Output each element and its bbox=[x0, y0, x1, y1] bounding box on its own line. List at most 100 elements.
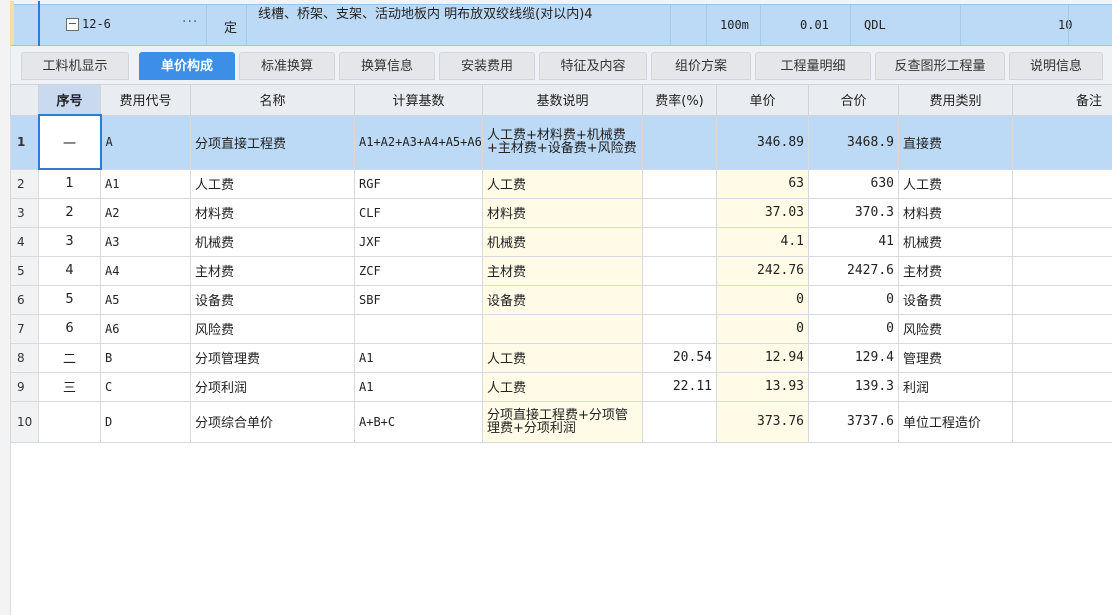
cell-remark[interactable] bbox=[1012, 371, 1112, 402]
cell-remark[interactable] bbox=[1012, 197, 1112, 228]
cell-rate[interactable] bbox=[642, 255, 717, 286]
tab-pricing-scheme[interactable]: 组价方案 bbox=[651, 52, 751, 80]
header-base-desc[interactable]: 基数说明 bbox=[482, 84, 643, 116]
cell-name[interactable]: 分项综合单价 bbox=[190, 400, 355, 443]
cell-rate[interactable]: 22.11 bbox=[642, 371, 717, 402]
selected-item-row[interactable]: − 12-6 ··· 定 线槽、桥架、支架、活动地板内 明布放双绞线缆(对以内)… bbox=[10, 1, 1112, 47]
cell-name[interactable]: 分项管理费 bbox=[190, 342, 355, 373]
cell-seq[interactable]: 3 bbox=[38, 226, 101, 257]
tab-quantity-details[interactable]: 工程量明细 bbox=[755, 52, 871, 80]
cell-seq[interactable] bbox=[38, 400, 101, 443]
table-row[interactable]: 2 1 A1 人工费 RGF 人工费 63 630 人工费 bbox=[10, 168, 1112, 199]
cell-name[interactable]: 材料费 bbox=[190, 197, 355, 228]
header-seq[interactable]: 序号 bbox=[38, 84, 101, 116]
cell-code[interactable]: B bbox=[100, 342, 191, 373]
cell-name[interactable]: 主材费 bbox=[190, 255, 355, 286]
cell-category[interactable]: 利润 bbox=[898, 371, 1013, 402]
cell-name[interactable]: 风险费 bbox=[190, 313, 355, 344]
table-row[interactable]: 9 三 C 分项利润 A1 人工费 22.11 13.93 139.3 利润 bbox=[10, 371, 1112, 402]
cell-category[interactable]: 机械费 bbox=[898, 226, 1013, 257]
cell-base[interactable]: A1 bbox=[354, 371, 483, 402]
header-base[interactable]: 计算基数 bbox=[354, 84, 483, 116]
cell-remark[interactable] bbox=[1012, 226, 1112, 257]
table-row[interactable]: 4 3 A3 机械费 JXF 机械费 4.1 41 机械费 bbox=[10, 226, 1112, 257]
cell-base-desc[interactable]: 材料费 bbox=[482, 197, 643, 228]
header-name[interactable]: 名称 bbox=[190, 84, 355, 116]
cell-seq[interactable]: 6 bbox=[38, 313, 101, 344]
collapse-icon[interactable]: − bbox=[66, 18, 79, 31]
tab-unit-price-composition[interactable]: 单价构成 bbox=[139, 52, 235, 80]
cell-code[interactable]: A4 bbox=[100, 255, 191, 286]
cell-rate[interactable] bbox=[642, 226, 717, 257]
cell-name[interactable]: 分项直接工程费 bbox=[190, 114, 355, 170]
cell-code[interactable]: A1 bbox=[100, 168, 191, 199]
cell-rate[interactable] bbox=[642, 284, 717, 315]
cell-base-desc[interactable]: 人工费+材料费+机械费+主材费+设备费+风险费 bbox=[482, 114, 643, 170]
cell-seq[interactable]: 4 bbox=[38, 255, 101, 286]
tab-labor-material-machine[interactable]: 工料机显示 bbox=[21, 52, 129, 80]
table-row[interactable]: 8 二 B 分项管理费 A1 人工费 20.54 12.94 129.4 管理费 bbox=[10, 342, 1112, 373]
cell-code[interactable]: A3 bbox=[100, 226, 191, 257]
cell-category[interactable]: 管理费 bbox=[898, 342, 1013, 373]
cell-category[interactable]: 人工费 bbox=[898, 168, 1013, 199]
cell-base[interactable]: CLF bbox=[354, 197, 483, 228]
cell-code[interactable]: C bbox=[100, 371, 191, 402]
header-code[interactable]: 费用代号 bbox=[100, 84, 191, 116]
cell-category[interactable]: 单位工程造价 bbox=[898, 400, 1013, 443]
cell-base-desc[interactable]: 人工费 bbox=[482, 168, 643, 199]
table-row[interactable]: 6 5 A5 设备费 SBF 设备费 0 0 设备费 bbox=[10, 284, 1112, 315]
cell-base[interactable]: A1+A2+A3+A4+A5+A6 bbox=[354, 114, 483, 170]
cell-rate[interactable] bbox=[642, 400, 717, 443]
cell-rate[interactable] bbox=[642, 313, 717, 344]
tab-installation-cost[interactable]: 安装费用 bbox=[439, 52, 535, 80]
cell-seq[interactable]: 1 bbox=[38, 168, 101, 199]
cell-base[interactable]: JXF bbox=[354, 226, 483, 257]
cell-base-desc[interactable]: 机械费 bbox=[482, 226, 643, 257]
cell-code[interactable]: A2 bbox=[100, 197, 191, 228]
tab-conversion-info[interactable]: 换算信息 bbox=[339, 52, 435, 80]
cell-remark[interactable] bbox=[1012, 342, 1112, 373]
tab-description[interactable]: 说明信息 bbox=[1009, 52, 1103, 80]
cell-rate[interactable] bbox=[642, 197, 717, 228]
cell-base-desc[interactable]: 人工费 bbox=[482, 371, 643, 402]
cell-category[interactable]: 直接费 bbox=[898, 114, 1013, 170]
cell-seq[interactable]: 三 bbox=[38, 371, 101, 402]
cell-base-desc[interactable]: 主材费 bbox=[482, 255, 643, 286]
cell-base[interactable]: A+B+C bbox=[354, 400, 483, 443]
header-category[interactable]: 费用类别 bbox=[898, 84, 1013, 116]
tab-reverse-graphic-quantity[interactable]: 反查图形工程量 bbox=[875, 52, 1005, 80]
table-row[interactable]: 7 6 A6 风险费 0 0 风险费 bbox=[10, 313, 1112, 344]
header-rate[interactable]: 费率(%) bbox=[642, 84, 717, 116]
cell-base-desc[interactable]: 设备费 bbox=[482, 284, 643, 315]
cell-code[interactable]: D bbox=[100, 400, 191, 443]
cell-category[interactable]: 设备费 bbox=[898, 284, 1013, 315]
cell-remark[interactable] bbox=[1012, 114, 1112, 170]
cell-remark[interactable] bbox=[1012, 313, 1112, 344]
cell-name[interactable]: 人工费 bbox=[190, 168, 355, 199]
cell-base[interactable] bbox=[354, 313, 483, 344]
header-total[interactable]: 合价 bbox=[808, 84, 899, 116]
cell-category[interactable]: 主材费 bbox=[898, 255, 1013, 286]
cell-remark[interactable] bbox=[1012, 284, 1112, 315]
cell-seq[interactable]: 2 bbox=[38, 197, 101, 228]
cell-base-desc[interactable] bbox=[482, 313, 643, 344]
cell-rate[interactable]: 20.54 bbox=[642, 342, 717, 373]
table-row[interactable]: 5 4 A4 主材费 ZCF 主材费 242.76 2427.6 主材费 bbox=[10, 255, 1112, 286]
cell-name[interactable]: 机械费 bbox=[190, 226, 355, 257]
cell-base[interactable]: RGF bbox=[354, 168, 483, 199]
cell-base[interactable]: A1 bbox=[354, 342, 483, 373]
cell-remark[interactable] bbox=[1012, 168, 1112, 199]
header-remark[interactable]: 备注 bbox=[1012, 84, 1112, 116]
cell-base-desc[interactable]: 分项直接工程费+分项管理费+分项利润 bbox=[482, 400, 643, 443]
cell-seq[interactable]: 一 bbox=[37, 114, 102, 170]
table-row[interactable]: 1 一 A 分项直接工程费 A1+A2+A3+A4+A5+A6 人工费+材料费+… bbox=[10, 114, 1112, 170]
cell-code[interactable]: A6 bbox=[100, 313, 191, 344]
cell-remark[interactable] bbox=[1012, 255, 1112, 286]
cell-category[interactable]: 材料费 bbox=[898, 197, 1013, 228]
cell-seq[interactable]: 二 bbox=[38, 342, 101, 373]
more-icon[interactable]: ··· bbox=[182, 14, 198, 30]
tab-standard-conversion[interactable]: 标准换算 bbox=[239, 52, 335, 80]
cell-rate[interactable] bbox=[642, 168, 717, 199]
table-row[interactable]: 10 D 分项综合单价 A+B+C 分项直接工程费+分项管理费+分项利润 373… bbox=[10, 400, 1112, 443]
cell-rate[interactable] bbox=[642, 114, 717, 170]
